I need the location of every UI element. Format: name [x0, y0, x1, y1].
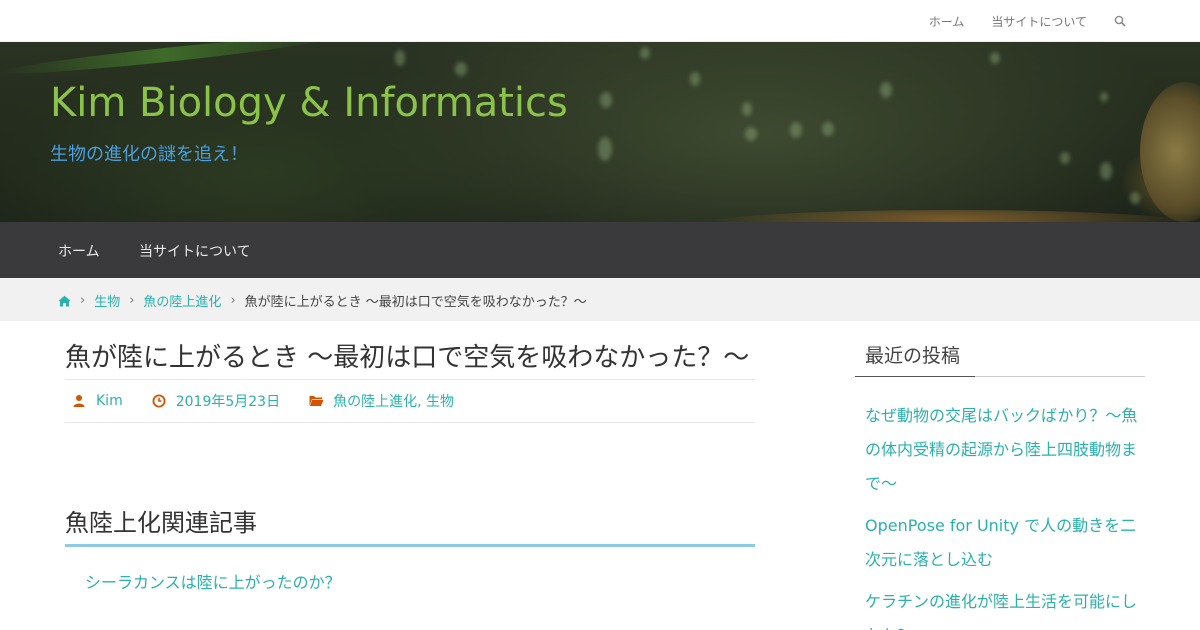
- list-item: OpenPose for Unity で人の動きを二次元に落とし込む: [865, 509, 1145, 577]
- header-background-image: [0, 42, 330, 80]
- clock-icon: [152, 394, 166, 408]
- top-bar: ホーム 当サイトについて: [0, 0, 1200, 42]
- folder-icon: [309, 394, 324, 408]
- site-header: Kim Biology & Informatics 生物の進化の謎を追え！: [0, 42, 1200, 222]
- chevron-right-icon: ›: [80, 293, 86, 308]
- site-tagline: 生物の進化の謎を追え！: [50, 144, 248, 165]
- related-articles-heading: 魚陸上化関連記事: [65, 503, 755, 547]
- article-meta: Kim 2019年5月23日 魚の陸上進化, 生物: [65, 379, 755, 423]
- article-categories[interactable]: 魚の陸上進化, 生物: [333, 391, 454, 411]
- article-date[interactable]: 2019年5月23日: [176, 391, 280, 411]
- top-nav: ホーム 当サイトについて: [929, 0, 1200, 42]
- recent-post-link[interactable]: ケラチンの進化が陸上生活を可能にしたか？: [865, 592, 1137, 630]
- home-icon[interactable]: [58, 295, 71, 307]
- list-item: ケラチンの進化が陸上生活を可能にしたか？: [865, 585, 1145, 630]
- recent-posts-header: 最近の投稿: [855, 341, 1145, 377]
- main-nav: ホーム 当サイトについて: [0, 222, 1200, 278]
- related-article-link[interactable]: シーラカンスは陸に上がったのか？: [85, 573, 341, 592]
- list-item: なぜ動物の交尾はバックばかり？～魚の体内受精の起源から陸上四肢動物まで～: [865, 399, 1145, 501]
- recent-posts-list: なぜ動物の交尾はバックばかり？～魚の体内受精の起源から陸上四肢動物まで～ Ope…: [855, 399, 1145, 630]
- related-articles-list: シーラカンスは陸に上がったのか？: [65, 569, 755, 593]
- recent-post-link[interactable]: なぜ動物の交尾はバックばかり？～魚の体内受精の起源から陸上四肢動物まで～: [865, 406, 1137, 493]
- main-nav-home[interactable]: ホーム: [58, 241, 100, 261]
- recent-post-link[interactable]: OpenPose for Unity で人の動きを二次元に落とし込む: [865, 516, 1136, 569]
- article: 魚が陸に上がるとき 〜最初は口で空気を吸わなかった？〜 Kim 2019年5月2…: [65, 321, 755, 593]
- breadcrumb-bar: › 生物 › 魚の陸上進化 › 魚が陸に上がるとき 〜最初は口で空気を吸わなかっ…: [0, 278, 1200, 321]
- breadcrumb-item-biology[interactable]: 生物: [94, 291, 120, 310]
- article-author[interactable]: Kim: [96, 393, 123, 409]
- chevron-right-icon: ›: [129, 293, 135, 308]
- breadcrumb-current: 魚が陸に上がるとき 〜最初は口で空気を吸わなかった？〜: [244, 295, 587, 310]
- chevron-right-icon: ›: [230, 293, 236, 308]
- breadcrumb: › 生物 › 魚の陸上進化 › 魚が陸に上がるとき 〜最初は口で空気を吸わなかっ…: [58, 291, 587, 310]
- recent-posts-title: 最近の投稿: [865, 345, 961, 367]
- sidebar: 最近の投稿 なぜ動物の交尾はバックばかり？～魚の体内受精の起源から陸上四肢動物ま…: [855, 321, 1145, 630]
- site-title[interactable]: Kim Biology & Informatics: [50, 80, 568, 126]
- main-nav-about[interactable]: 当サイトについて: [139, 241, 251, 261]
- widget-title-underline: [855, 376, 975, 377]
- article-title: 魚が陸に上がるとき 〜最初は口で空気を吸わなかった？〜: [65, 343, 750, 373]
- top-nav-home[interactable]: ホーム: [929, 13, 965, 30]
- search-icon[interactable]: [1114, 15, 1126, 27]
- user-icon: [72, 394, 86, 408]
- top-nav-about[interactable]: 当サイトについて: [991, 13, 1087, 30]
- breadcrumb-item-fish-land-evolution[interactable]: 魚の陸上進化: [143, 291, 221, 310]
